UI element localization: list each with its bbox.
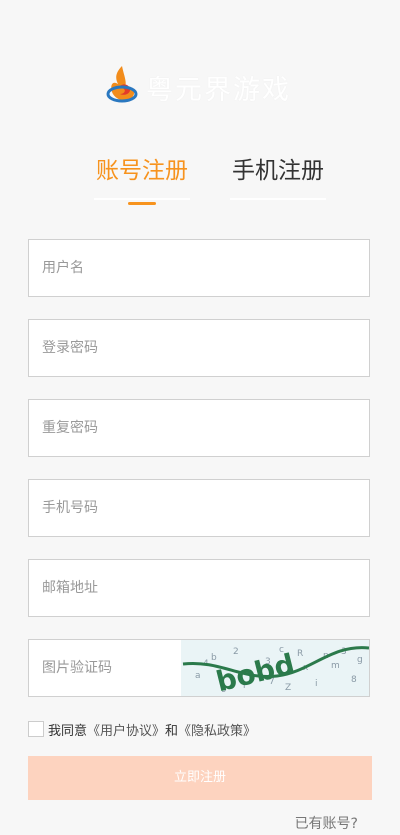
svg-text:g: g — [357, 655, 363, 665]
repeat-password-input[interactable] — [29, 400, 342, 456]
captcha-input[interactable] — [29, 640, 182, 696]
registration-tabs: 账号注册 手机注册 — [0, 152, 400, 212]
svg-text:a: a — [195, 671, 201, 681]
login-link[interactable]: 已有账号? — [295, 813, 358, 833]
active-tab-indicator — [128, 202, 156, 205]
repeat-password-field — [28, 399, 370, 457]
logo-text: 粤元界游戏 — [146, 75, 291, 106]
tab-account-register[interactable]: 账号注册 — [94, 152, 190, 200]
svg-text:m: m — [331, 661, 340, 671]
phone-input[interactable] — [29, 480, 342, 536]
agreement-row: 我同意 《用户协议》 和 《隐私政策》 — [28, 719, 256, 739]
captcha-field: b23 car Zim 8x9 73g 4Rn bobd — [28, 639, 370, 697]
flame-logo-icon — [106, 66, 138, 103]
captcha-noise-icon: b23 car Zim 8x9 73g 4R n bobd — [182, 645, 369, 696]
brand-logo: 粤元界游戏 — [104, 64, 304, 106]
password-field — [28, 319, 370, 377]
privacy-policy-link[interactable]: 《隐私政策》 — [178, 720, 256, 739]
agreement-conjunction: 和 — [165, 723, 179, 739]
svg-text:i: i — [315, 679, 318, 689]
register-button[interactable]: 立即注册 — [28, 756, 372, 800]
tab-phone-register[interactable]: 手机注册 — [230, 152, 326, 200]
phone-field — [28, 479, 370, 537]
svg-text:8: 8 — [351, 675, 357, 685]
email-field — [28, 559, 370, 617]
password-input[interactable] — [29, 320, 342, 376]
username-field — [28, 239, 370, 297]
agreement-prefix: 我同意 — [48, 723, 88, 739]
svg-text:R: R — [297, 649, 303, 659]
svg-text:2: 2 — [233, 647, 239, 657]
user-agreement-link[interactable]: 《用户协议》 — [87, 720, 165, 739]
agree-checkbox[interactable] — [28, 721, 44, 737]
email-input[interactable] — [29, 560, 342, 616]
captcha-image[interactable]: b23 car Zim 8x9 73g 4Rn bobd — [181, 640, 369, 696]
svg-text:Z: Z — [285, 683, 291, 693]
svg-text:b: b — [211, 653, 217, 663]
username-input[interactable] — [29, 240, 342, 296]
